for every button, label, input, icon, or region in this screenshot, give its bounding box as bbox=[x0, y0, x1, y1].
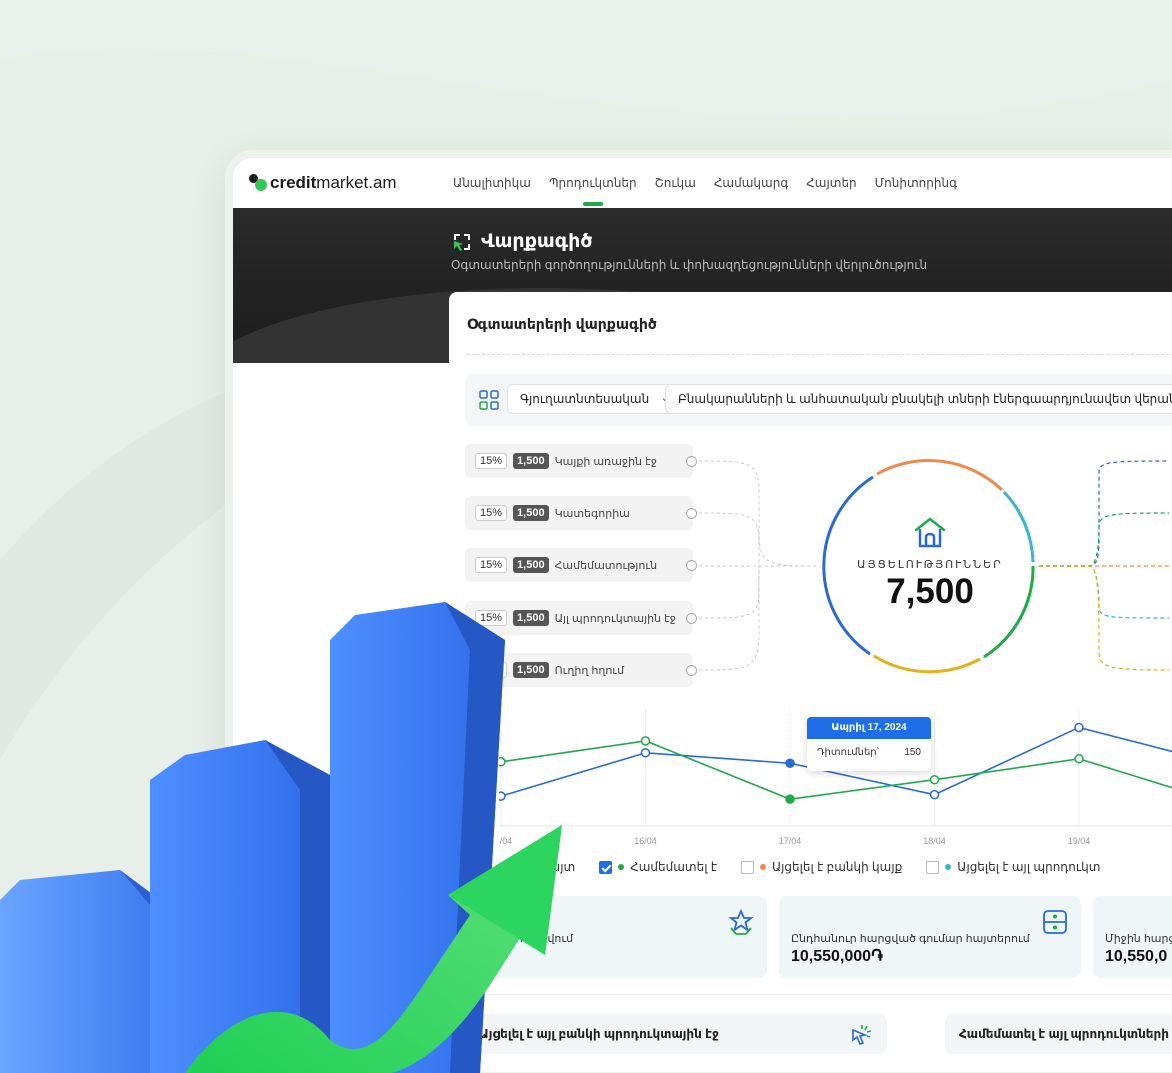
data-point bbox=[929, 789, 940, 800]
money-icon bbox=[1043, 910, 1067, 934]
page-title: Վարքագիծ bbox=[451, 230, 592, 253]
x-tick-label: 17/04 bbox=[779, 836, 802, 846]
behavior-item[interactable]: Այցելել է այլ բանկի պրոդուկտային էջ bbox=[465, 1014, 887, 1054]
filter-bar: Գյուղատնտեսական ⌄ Բնակարանների և անհատակ… bbox=[465, 374, 1172, 426]
left-panel bbox=[233, 363, 449, 1072]
data-point bbox=[640, 748, 651, 758]
nav-links: Անալիտիկա Պրոդուկտներ Շուկա Համակարգ Հայ… bbox=[453, 176, 957, 206]
cursor-click-icon bbox=[852, 1025, 872, 1045]
legend-checkbox[interactable] bbox=[467, 860, 480, 874]
data-point bbox=[499, 791, 506, 801]
logo[interactable]: credit market.am bbox=[249, 173, 397, 193]
legend-item[interactable]: Համեմատել է bbox=[599, 860, 717, 874]
stat-card: Միջին հարցվ 10,550,0 bbox=[1093, 896, 1172, 978]
tooltip-label: Դիտումներ՝ bbox=[817, 747, 880, 758]
legend-item[interactable]: Այցելել է այլ պրոդուկտ bbox=[926, 860, 1100, 874]
page-subtitle: Օգտատերերի գործողությունների և փոխազդեցո… bbox=[451, 258, 928, 272]
behavior-card: Օգտատերերի վարքագիծ Գյուղատնտեսական ⌄ Բն… bbox=[449, 292, 1172, 1072]
category-select[interactable]: Գյուղատնտեսական ⌄ bbox=[507, 384, 681, 414]
legend-dot bbox=[945, 864, 952, 870]
stat-card: Միջին հարցվում bbox=[465, 896, 767, 978]
legend-label: Այցելել է այլ պրոդուկտ bbox=[957, 860, 1101, 874]
flow-diagram bbox=[698, 459, 1170, 674]
stat-value: 10,550,000֏ bbox=[791, 948, 883, 965]
stat-value: 10,550,0 bbox=[1105, 948, 1168, 965]
hub-value: 7,500 bbox=[886, 572, 974, 611]
stat-card: Ընդհանուր հարցված գումար հայտերում 10,55… bbox=[779, 896, 1081, 978]
home-icon bbox=[914, 517, 946, 548]
section-divider bbox=[465, 994, 1172, 995]
x-tick-label: 15/04 bbox=[499, 836, 512, 846]
legend-checkbox[interactable] bbox=[926, 860, 940, 874]
nav-item-monitoring[interactable]: Մոնիտորինգ bbox=[875, 176, 957, 190]
stat-label: Միջին հարցվ bbox=[1105, 933, 1172, 945]
legend-dot bbox=[618, 864, 625, 870]
nav-item-applications[interactable]: Հայտեր bbox=[806, 176, 856, 190]
behavior-item[interactable]: Համեմատել է այլ պրոդուկտների հետ bbox=[945, 1014, 1172, 1054]
tooltip-date: Ապրիլ 17, 2024 bbox=[807, 717, 931, 739]
data-point bbox=[499, 757, 506, 767]
data-point bbox=[640, 736, 651, 746]
chart-legend: Հաստ հայտ Համեմատել է Այցելել է բանկի կա… bbox=[467, 860, 1100, 874]
x-tick-label: 16/04 bbox=[634, 836, 657, 846]
behavior-item-label: Այցելել է այլ բանկի պրոդուկտային էջ bbox=[479, 1027, 719, 1041]
category-select-value: Գյուղատնտեսական bbox=[520, 392, 650, 406]
legend-checkbox[interactable] bbox=[740, 860, 754, 874]
legend-dot bbox=[486, 864, 492, 870]
card-title: Օգտատերերի վարքագիծ bbox=[467, 316, 657, 332]
top-nav: credit market.am Անալիտիկա Պրոդուկտներ Շո… bbox=[233, 158, 1172, 208]
data-point bbox=[1074, 722, 1084, 733]
divider bbox=[467, 354, 1172, 355]
page-title-text: Վարքագիծ bbox=[481, 231, 593, 252]
x-tick-label: 18/04 bbox=[923, 836, 946, 846]
legend-item[interactable]: Այցելել է բանկի կայք bbox=[740, 860, 903, 874]
legend-label: Համեմատել է bbox=[630, 860, 717, 874]
star-badge-icon bbox=[728, 908, 754, 935]
legend-checkbox[interactable] bbox=[599, 860, 613, 874]
stat-label: Միջին հարցվում bbox=[477, 933, 574, 945]
data-point bbox=[785, 794, 795, 804]
legend-item[interactable]: Հաստ հայտ bbox=[467, 860, 575, 874]
chart-tooltip: Ապրիլ 17, 2024 Դիտումներ՝ 150 bbox=[807, 717, 931, 771]
behavior-item-label: Համեմատել է այլ պրոդուկտների հետ bbox=[959, 1027, 1172, 1041]
hub-label: ԱՅՑԵԼՈՒԹՅՈՒՆՆԵՐ bbox=[857, 559, 1003, 571]
data-point bbox=[1074, 754, 1084, 764]
data-point bbox=[785, 758, 795, 769]
data-point bbox=[929, 774, 940, 785]
stat-label: Ընդհանուր հարցված գումար հայտերում bbox=[791, 933, 1030, 945]
product-select-value: Բնակարանների և անհատական բնակելի տների է… bbox=[678, 392, 1172, 406]
cursor-click-icon bbox=[454, 233, 470, 251]
x-tick-label: 19/04 bbox=[1068, 836, 1091, 846]
grid-icon[interactable] bbox=[479, 390, 499, 410]
product-select[interactable]: Բնակարանների և անհատական բնակելի տների է… bbox=[665, 384, 1172, 414]
logo-bold: credit bbox=[270, 173, 317, 192]
legend-label: Այցելել է բանկի կայք bbox=[771, 860, 903, 874]
nav-item-market[interactable]: Շուկա bbox=[655, 176, 696, 190]
nav-item-products[interactable]: Պրոդուկտներ bbox=[549, 176, 637, 206]
legend-dot bbox=[759, 864, 766, 870]
app-window: credit market.am Անալիտիկա Պրոդուկտներ Շո… bbox=[225, 150, 1172, 1073]
logo-icon bbox=[249, 174, 267, 192]
nav-item-analytics[interactable]: Անալիտիկա bbox=[453, 176, 531, 190]
tooltip-value: 150 bbox=[904, 747, 921, 758]
nav-item-system[interactable]: Համակարգ bbox=[714, 176, 788, 190]
logo-rest: market.am bbox=[316, 173, 397, 192]
legend-label: Հաստ հայտ bbox=[498, 860, 576, 874]
